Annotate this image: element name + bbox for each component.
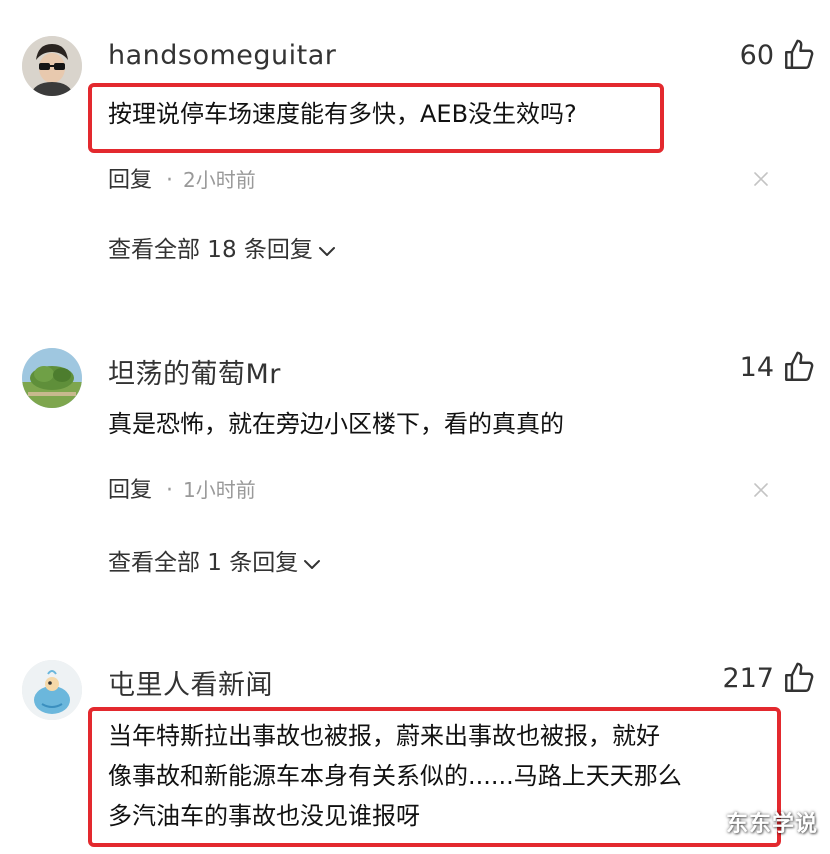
view-replies-label: 查看全部 18 条回复 — [108, 237, 313, 263]
close-icon[interactable] — [752, 481, 770, 499]
meta-separator: · — [166, 168, 174, 193]
thumbs-up-icon[interactable] — [782, 350, 816, 384]
comment-text-line: 像事故和新能源车本身有关系似的......马路上天天那么 — [108, 762, 682, 790]
comment-username[interactable]: handsomeguitar — [108, 40, 336, 71]
comment-text-line: 当年特斯拉出事故也被报，蔚来出事故也被报，就好 — [108, 722, 660, 750]
comment-text: 当年特斯拉出事故也被报，蔚来出事故也被报，就好 像事故和新能源车本身有关系似的.… — [108, 716, 682, 836]
chevron-down-icon — [302, 557, 322, 571]
comment-meta: 回复 · 2小时前 — [108, 162, 256, 194]
comment-text-line: 按理说停车场速度能有多快，AEB没生效吗? — [108, 100, 577, 128]
watermark-text: 东东学说 — [725, 812, 818, 837]
view-replies-label: 查看全部 1 条回复 — [108, 550, 299, 576]
thumbs-up-icon[interactable] — [782, 38, 816, 72]
avatar[interactable] — [22, 660, 82, 720]
comment-meta: 回复 · 1小时前 — [108, 472, 256, 504]
chevron-down-icon — [317, 244, 337, 258]
comment-text-line: 真是恐怖，就在旁边小区楼下，看的真真的 — [108, 410, 564, 438]
comment-username[interactable]: 坦荡的葡萄Mr — [108, 352, 281, 391]
view-all-replies-link[interactable]: 查看全部 1 条回复 — [108, 543, 322, 577]
comment-username[interactable]: 屯里人看新闻 — [108, 663, 273, 702]
view-all-replies-link[interactable]: 查看全部 18 条回复 — [108, 230, 337, 264]
close-icon[interactable] — [752, 170, 770, 188]
meta-separator: · — [166, 478, 174, 503]
thumbs-up-icon[interactable] — [782, 661, 816, 695]
reply-button[interactable]: 回复 — [108, 478, 152, 503]
like-count: 14 — [739, 352, 774, 383]
like-count: 60 — [739, 40, 774, 71]
reply-button[interactable]: 回复 — [108, 168, 152, 193]
comment-text-line: 多汽油车的事故也没见谁报呀 — [108, 802, 420, 830]
comment-text: 真是恐怖，就在旁边小区楼下，看的真真的 — [108, 404, 564, 444]
comment-time: 1小时前 — [183, 478, 256, 502]
comment-text: 按理说停车场速度能有多快，AEB没生效吗? — [108, 94, 577, 134]
avatar[interactable] — [22, 348, 82, 408]
avatar[interactable] — [22, 36, 82, 96]
like-count: 217 — [722, 663, 774, 694]
comment-time: 2小时前 — [183, 168, 256, 192]
